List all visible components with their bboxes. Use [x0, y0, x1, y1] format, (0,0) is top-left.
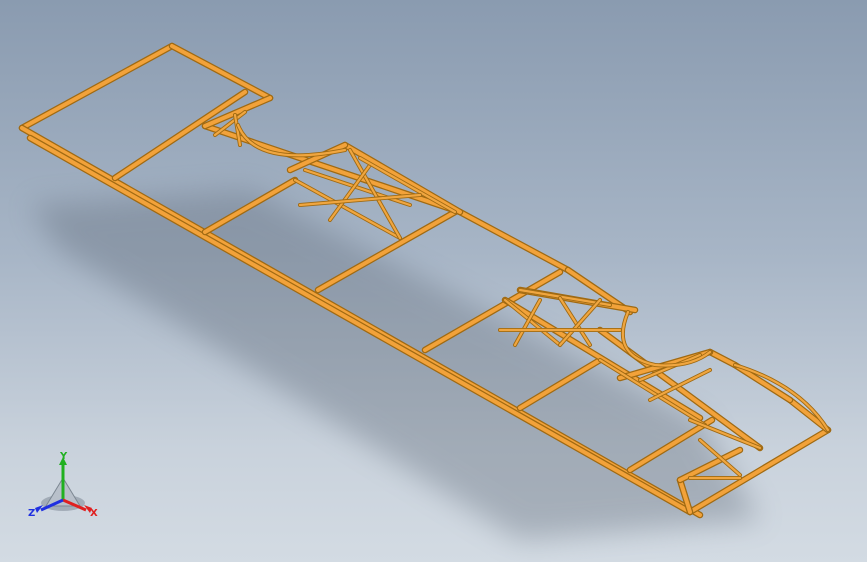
- graphics-viewport[interactable]: Y X Z: [0, 0, 867, 562]
- y-axis-label: Y: [59, 451, 68, 462]
- x-axis-label: X: [90, 508, 98, 519]
- axis-triad[interactable]: Y X Z: [28, 451, 98, 519]
- frame-beam: [458, 210, 570, 272]
- frame-beam: [28, 136, 692, 514]
- frame-beam: [733, 363, 792, 402]
- frame-beam: [708, 350, 737, 367]
- frame-beam: [20, 44, 174, 130]
- chassis-frame-model[interactable]: Y X Z: [0, 0, 867, 562]
- frame-beam: [170, 44, 272, 100]
- z-axis-label: Z: [28, 508, 35, 519]
